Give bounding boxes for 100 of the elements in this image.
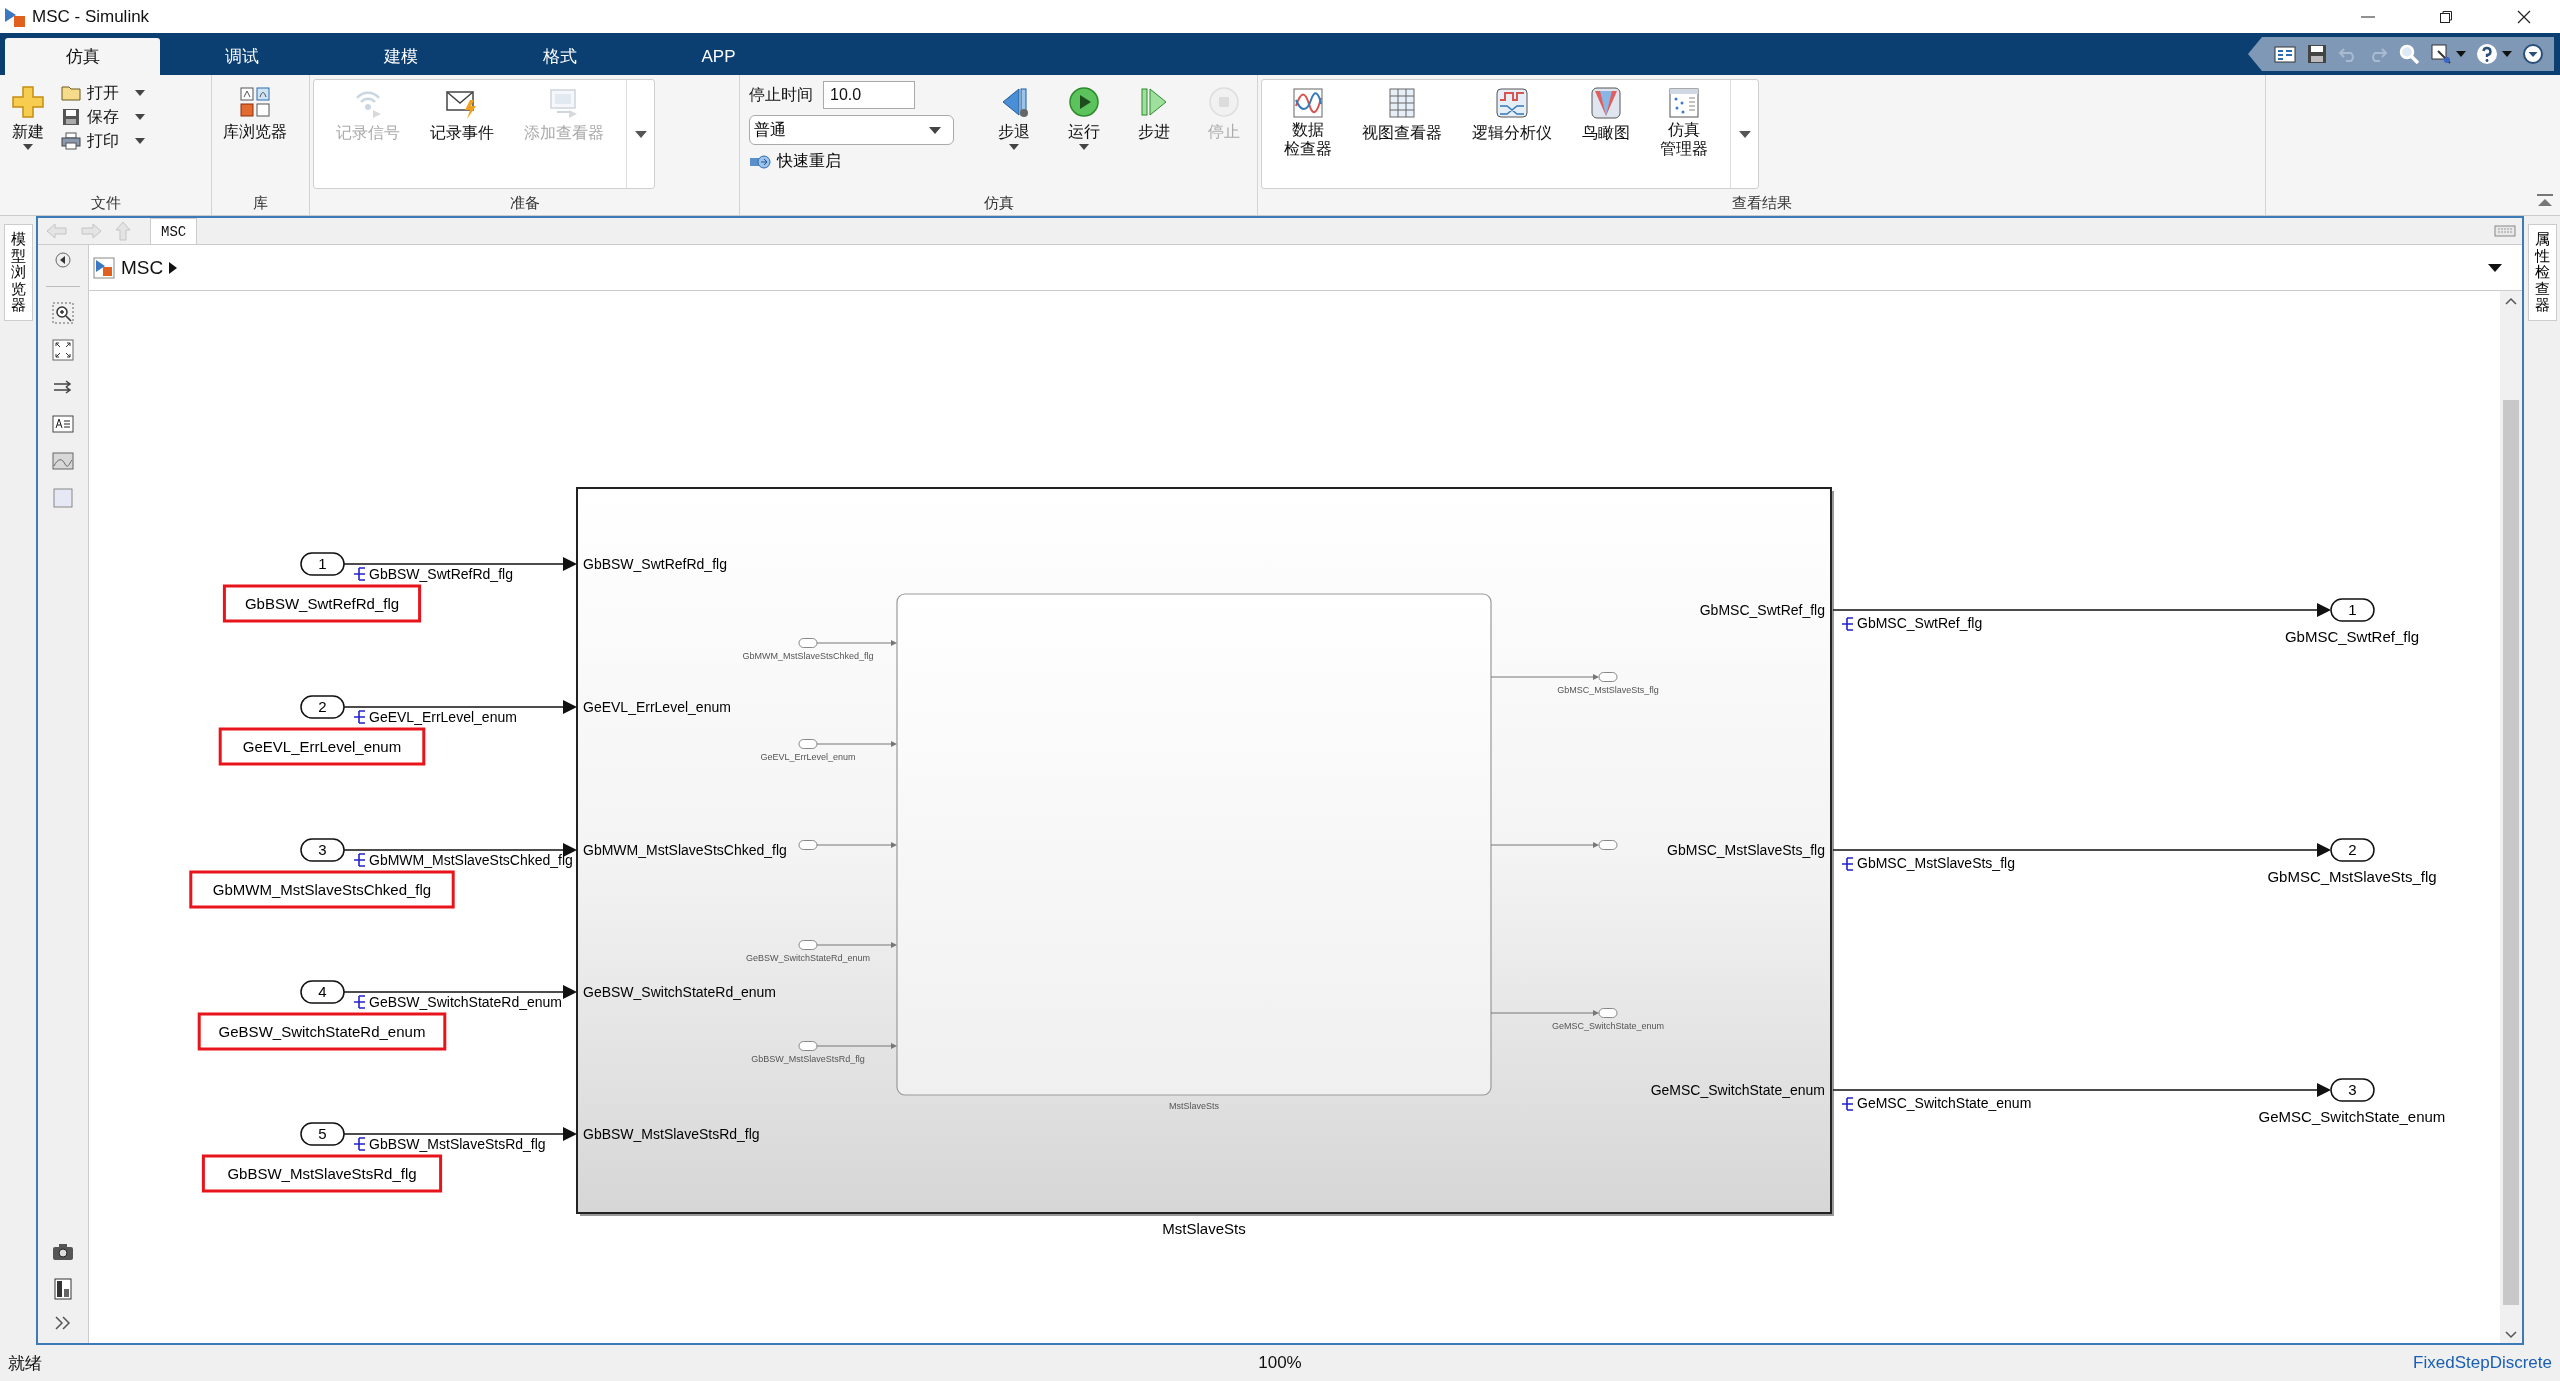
ribbon-tab[interactable]: 格式 (482, 38, 637, 75)
vertical-scrollbar[interactable] (2500, 291, 2522, 1343)
port-block: 5 (300, 1122, 345, 1146)
signal-label: GbMSC_SwtRef_flg (1857, 615, 1983, 631)
ribbon-tab[interactable]: 仿真 (5, 38, 160, 75)
gallery-button[interactable]: 鸟瞰图 (1574, 80, 1638, 160)
bracket-icon (1841, 617, 1854, 631)
ribbon-tab[interactable]: APP (641, 38, 796, 75)
app-icon (4, 5, 26, 28)
fast-restart-button[interactable]: 快速重启 (749, 151, 954, 172)
ribbon-tab[interactable]: 建模 (323, 38, 478, 75)
gallery-button[interactable]: 视图查看器 (1354, 80, 1450, 160)
port-block: 2 (300, 695, 345, 719)
side-panel-tab[interactable]: 模型浏览器 (3, 224, 33, 321)
step-back-button[interactable]: 步退 (984, 79, 1044, 152)
gallery-button[interactable]: 数据 检查器 (1276, 80, 1340, 160)
printer-icon (61, 132, 81, 150)
block-label: GbBSW_SwtRefRd_flg (244, 595, 400, 612)
save-icon (61, 108, 81, 126)
port-block (1598, 1008, 1618, 1018)
print-button[interactable]: 打印 (57, 129, 149, 153)
port-label: GeEVL_ErrLevel_enum (760, 752, 856, 762)
save-button[interactable]: 保存 (57, 105, 149, 129)
port-block (798, 1041, 818, 1051)
block-label: GbMSC_SwtRef_flg (2284, 628, 2420, 645)
block-name: MstSlaveSts (1162, 1220, 1246, 1237)
zoom-in-icon[interactable] (52, 302, 74, 324)
search-icon[interactable] (2398, 43, 2420, 65)
port-label: GbBSW_MstSlaveStsRd_flg (583, 1126, 760, 1142)
gallery-button[interactable]: 记录事件 (422, 80, 502, 144)
library-browser-button[interactable]: 库浏览器 (215, 79, 295, 143)
solver-link[interactable]: FixedStepDiscrete (2413, 1353, 2552, 1372)
fit-view-icon[interactable] (52, 339, 74, 361)
caret-icon (634, 130, 647, 138)
bracket-icon (353, 1137, 366, 1151)
expand-icon[interactable] (2522, 43, 2544, 65)
section-title: 库 (252, 193, 269, 213)
save-icon[interactable] (2306, 43, 2328, 65)
port-block: 1 (2330, 598, 2375, 622)
caret-icon (929, 126, 941, 134)
restore-icon (2439, 9, 2453, 24)
port-block (798, 940, 818, 950)
ribbon-tab[interactable]: 调试 (164, 38, 319, 75)
report-icon[interactable] (52, 1278, 74, 1300)
side-panel-tab[interactable]: 属性检查器 (2527, 224, 2557, 321)
port-label: GeBSW_SwitchStateRd_enum (583, 984, 776, 1000)
port-block: 3 (2330, 1078, 2375, 1102)
step-forward-button[interactable]: 步进 (1124, 79, 1184, 152)
library-icon (238, 85, 272, 119)
caret-icon (1738, 130, 1751, 138)
signal-label: GeBSW_SwitchStateRd_enum (369, 994, 562, 1010)
image-icon[interactable] (52, 450, 74, 472)
help-icon[interactable] (2476, 43, 2512, 65)
stop-time-label: 停止时间 (749, 84, 813, 105)
port-block: 1 (300, 552, 345, 576)
zoom-select-icon[interactable] (2430, 43, 2466, 65)
new-button[interactable]: 新建 (3, 79, 53, 152)
camera-icon[interactable] (52, 1241, 74, 1263)
signal-label: GeMSC_SwitchState_enum (1857, 1095, 2032, 1111)
square-wave-icon (1495, 86, 1529, 120)
chart-icon (1291, 86, 1325, 120)
model-tab[interactable]: MSC (150, 218, 198, 244)
status-text: 就绪 (8, 1353, 42, 1373)
stop-time-field[interactable]: 10.0 (823, 81, 915, 109)
run-button[interactable]: 运行 (1054, 79, 1114, 152)
minimize-icon (2361, 15, 2375, 18)
port-label: GeMSC_SwitchState_enum (1650, 1082, 1825, 1098)
mode-dropdown[interactable]: 普通 (749, 115, 954, 145)
bracket-icon (353, 853, 366, 867)
section-title: 文件 (89, 193, 122, 213)
port-label: GeEVL_ErrLevel_enum (583, 699, 731, 715)
port-label: GbBSW_SwtRefRd_flg (583, 556, 727, 572)
fan-icon (1589, 86, 1623, 120)
port-block: 4 (300, 980, 345, 1004)
scroll-up-icon[interactable] (2505, 297, 2517, 305)
gallery-button[interactable]: 仿真 管理器 (1652, 80, 1716, 160)
port-block (1598, 672, 1618, 682)
port-block: 2 (2330, 838, 2375, 862)
scroll-down-icon[interactable] (2505, 1331, 2517, 1339)
folder-icon (61, 84, 81, 102)
dropdown-icon[interactable] (2488, 263, 2502, 272)
expand-icon[interactable] (54, 1315, 72, 1331)
close-icon (2517, 9, 2531, 24)
port-block: 3 (300, 838, 345, 862)
port-block (798, 739, 818, 749)
block-label: GeMSC_SwitchState_enum (2258, 1108, 2446, 1125)
bracket-icon (353, 710, 366, 724)
model-path[interactable]: MSC (121, 256, 164, 279)
open-button[interactable]: 打开 (57, 81, 149, 105)
text-box-icon[interactable] (52, 413, 74, 435)
block-label: GeBSW_SwitchStateRd_enum (218, 1023, 426, 1040)
window-icon (1667, 86, 1701, 120)
hide-icon[interactable] (52, 249, 74, 271)
model-icon (93, 256, 115, 279)
block-label: GbMWM_MstSlaveStsChked_flg (212, 881, 432, 898)
layout-icon[interactable] (2274, 44, 2296, 64)
plus-icon (11, 85, 45, 119)
port-label: GbBSW_MstSlaveStsRd_flg (751, 1054, 865, 1064)
gallery-button[interactable]: 逻辑分析仪 (1464, 80, 1560, 160)
port-label: GbMSC_MstSlaveSts_flg (1667, 842, 1825, 858)
